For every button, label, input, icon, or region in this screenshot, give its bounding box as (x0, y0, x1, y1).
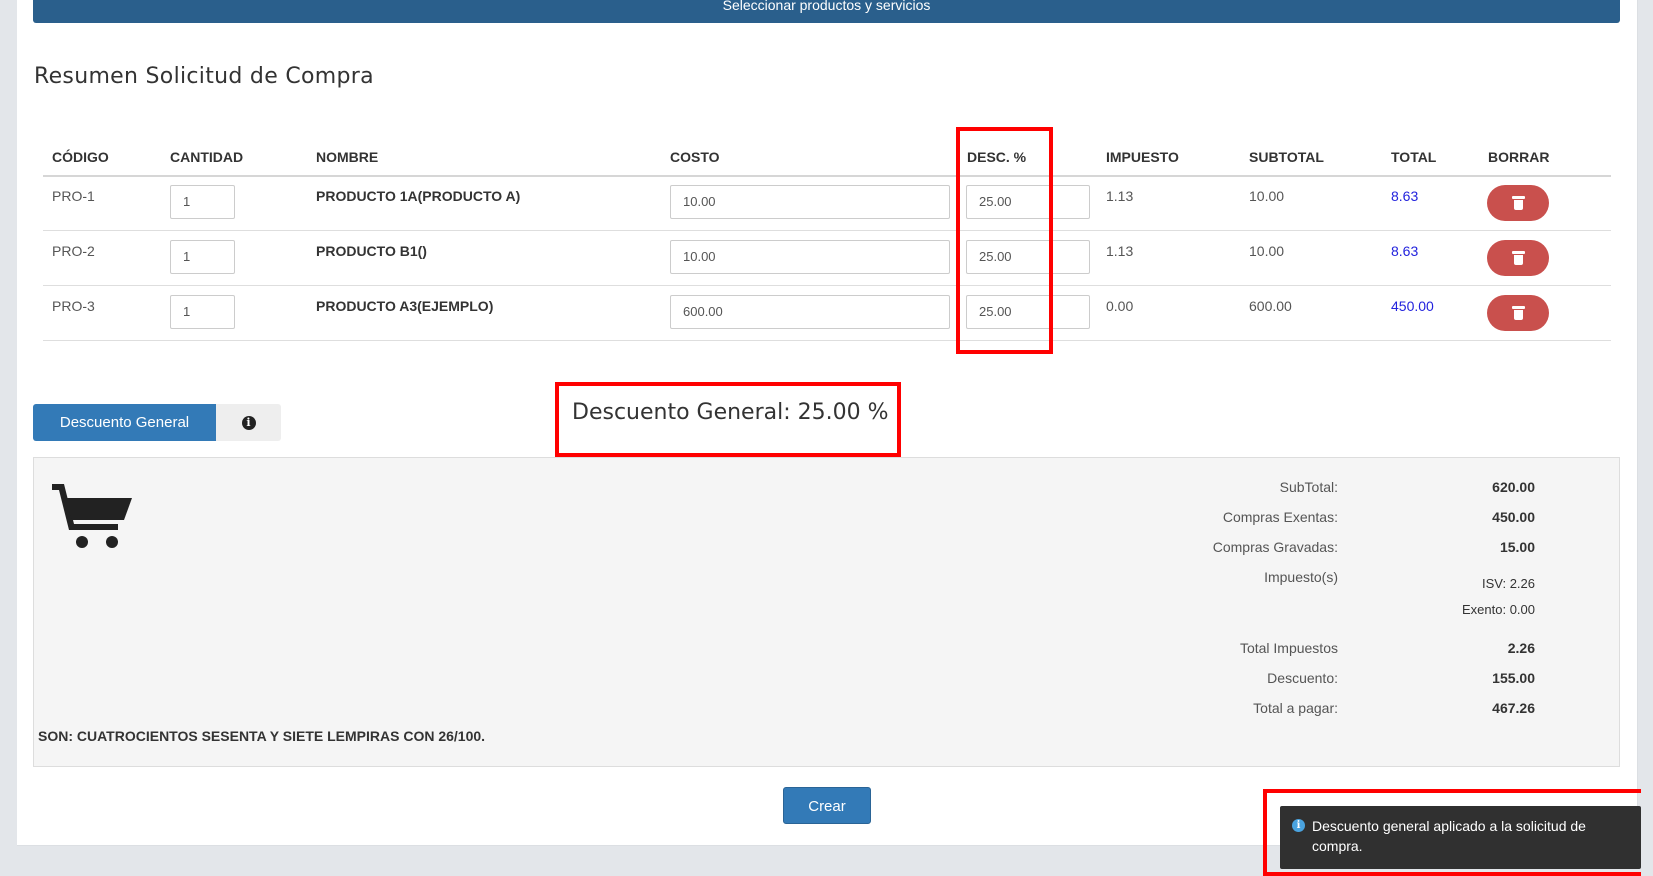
delete-row-button[interactable] (1487, 295, 1549, 331)
page-title: Resumen Solicitud de Compra (34, 64, 374, 89)
column-header-nombre: NOMBRE (316, 149, 379, 165)
discount-info-button[interactable]: i (216, 404, 281, 441)
page-scrollbar[interactable] (1641, 0, 1653, 876)
total-to-pay-value: 467.26 (1492, 700, 1535, 716)
cell-nombre: PRODUCTO A3(EJEMPLO) (316, 298, 494, 314)
trash-icon (1511, 251, 1525, 265)
cell-subtotal: 10.00 (1249, 188, 1285, 204)
exempt-purchases-value: 450.00 (1492, 509, 1535, 525)
quantity-input[interactable]: 1 (170, 240, 235, 274)
delete-row-button[interactable] (1487, 185, 1549, 221)
isv-value: ISV: 2.26 (1482, 576, 1535, 591)
cost-input[interactable]: 10.00 (670, 185, 950, 219)
cell-total: 450.00 (1391, 298, 1434, 314)
quantity-input[interactable]: 1 (170, 185, 235, 219)
total-taxes-label: Total Impuestos (1239, 640, 1338, 656)
cell-codigo: PRO-3 (52, 298, 95, 314)
cell-total: 8.63 (1391, 243, 1419, 259)
discount-value: 155.00 (1492, 670, 1535, 686)
shopping-cart-icon (52, 484, 132, 548)
column-header-impuesto: IMPUESTO (1106, 149, 1179, 165)
summary-panel (33, 457, 1620, 767)
general-discount-button[interactable]: Descuento General (33, 404, 216, 441)
row-divider (43, 285, 1611, 286)
cell-total: 8.63 (1391, 188, 1419, 204)
general-discount-display: Descuento General: 25.00 % (572, 400, 889, 425)
cell-subtotal: 600.00 (1249, 298, 1292, 314)
highlight-discount-column (956, 127, 1053, 354)
highlight-toast (1263, 789, 1651, 876)
trash-icon (1511, 196, 1525, 210)
select-products-button[interactable]: Seleccionar productos y servicios (33, 0, 1620, 23)
table-header-divider (43, 175, 1611, 177)
taxed-purchases-value: 15.00 (1499, 539, 1535, 555)
info-icon: i (241, 415, 256, 430)
discount-label: Descuento: (1267, 670, 1338, 686)
total-taxes-value: 2.26 (1507, 640, 1535, 656)
create-button[interactable]: Crear (783, 787, 871, 824)
taxed-purchases-label: Compras Gravadas: (1212, 539, 1338, 555)
column-header-codigo: CÓDIGO (52, 149, 109, 165)
exempt-purchases-label: Compras Exentas: (1222, 509, 1338, 525)
cell-impuesto: 1.13 (1106, 243, 1134, 259)
delete-row-button[interactable] (1487, 240, 1549, 276)
cell-nombre: PRODUCTO B1() (316, 243, 427, 259)
cell-codigo: PRO-1 (52, 188, 95, 204)
total-to-pay-label: Total a pagar: (1253, 700, 1338, 716)
cell-codigo: PRO-2 (52, 243, 95, 259)
exempt-tax-value: Exento: 0.00 (1462, 602, 1535, 617)
subtotal-value: 620.00 (1492, 479, 1535, 495)
column-header-subtotal: SUBTOTAL (1249, 149, 1324, 165)
taxes-label: Impuesto(s) (1264, 569, 1338, 585)
cell-subtotal: 10.00 (1249, 243, 1285, 259)
column-header-total: TOTAL (1391, 149, 1437, 165)
cell-impuesto: 1.13 (1106, 188, 1134, 204)
subtotal-label: SubTotal: (1279, 479, 1338, 495)
trash-icon (1511, 306, 1525, 320)
cost-input[interactable]: 10.00 (670, 240, 950, 274)
amount-in-words: SON: CUATROCIENTOS SESENTA Y SIETE LEMPI… (38, 728, 486, 744)
column-header-cantidad: CANTIDAD (170, 149, 244, 165)
column-header-borrar: BORRAR (1488, 149, 1550, 165)
row-divider (43, 340, 1611, 341)
row-divider (43, 230, 1611, 231)
column-header-costo: COSTO (670, 149, 720, 165)
quantity-input[interactable]: 1 (170, 295, 235, 329)
cell-nombre: PRODUCTO 1A(PRODUCTO A) (316, 188, 521, 204)
cost-input[interactable]: 600.00 (670, 295, 950, 329)
cell-impuesto: 0.00 (1106, 298, 1134, 314)
